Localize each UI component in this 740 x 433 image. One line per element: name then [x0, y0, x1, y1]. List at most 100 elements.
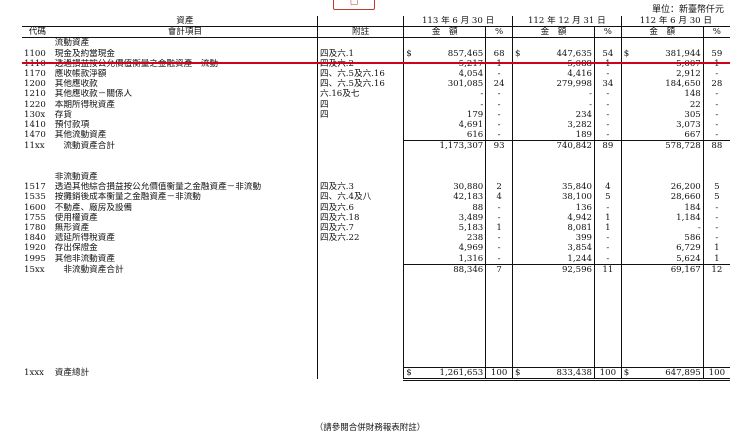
row-percent: - [702, 69, 730, 80]
row-note [316, 295, 404, 306]
row-item: 流動資產合計 [54, 141, 115, 152]
row-code [22, 326, 53, 336]
row-note [316, 264, 404, 276]
header-row-1: 資產 113 年 6 月 30 日 112 年 12 月 31 日 112 年 … [22, 16, 730, 28]
row-percent [594, 315, 622, 326]
row-amount [620, 325, 704, 337]
row-amount: 92,596 [511, 263, 595, 276]
row-note [316, 315, 404, 326]
row-percent [594, 161, 622, 173]
row-percent: - [594, 243, 622, 254]
row-percent: 68 [485, 48, 513, 59]
row-amount: 35,840 [511, 182, 595, 193]
row-amount [511, 305, 595, 316]
row-item: 其他流動資產 [54, 130, 107, 141]
row-amount [403, 172, 486, 183]
row-amount: $1,261,653 [403, 366, 486, 381]
row-note [316, 253, 404, 265]
row-amount: 22 [620, 99, 704, 110]
row-amount [403, 37, 486, 49]
period-1-header: 113 年 6 月 30 日 [403, 16, 513, 28]
row-percent [485, 172, 513, 183]
row-amount [511, 161, 595, 173]
row-percent: - [485, 202, 513, 213]
currency-symbol: $ [514, 48, 521, 59]
row-amount [403, 285, 486, 296]
row-note: 四 [316, 109, 404, 121]
row-amount: 189 [511, 130, 595, 141]
row-percent: - [485, 212, 513, 224]
percent-header: % [594, 26, 622, 39]
assets-header: 資產 [52, 16, 318, 28]
row-code: 1170 [24, 69, 46, 80]
row-percent: - [594, 253, 622, 265]
table-row [22, 285, 730, 296]
row-amount: $647,895 [620, 366, 704, 381]
row-amount: 1,173,307 [403, 140, 486, 152]
row-amount: $833,438 [511, 366, 595, 381]
row-percent: - [702, 223, 730, 234]
row-item: 存出保證金 [54, 243, 98, 254]
row-item [53, 306, 318, 316]
row-amount [620, 37, 704, 49]
row-percent [702, 336, 730, 347]
row-code [22, 357, 53, 368]
row-percent: 5 [702, 182, 730, 193]
note-header: 附註 [316, 26, 404, 39]
table-row [22, 161, 730, 173]
row-amount: 3,489 [403, 212, 486, 224]
amount-value: 857,465 [447, 48, 484, 59]
table-row: 1780 無形資產 四及六.7 5,183 1 8,081 1- - [22, 223, 730, 234]
row-amount: 3,073 [620, 120, 704, 131]
row-percent: - [485, 109, 513, 121]
row-amount [403, 336, 486, 347]
row-item: 資產總計 [54, 368, 90, 379]
row-amount: 740,842 [511, 140, 595, 152]
row-amount: 279,998 [511, 79, 595, 90]
row-item: 其他非流動資產 [54, 253, 115, 264]
row-percent: 93 [485, 140, 513, 152]
row-percent [702, 161, 730, 173]
row-percent [594, 285, 622, 296]
row-note [316, 120, 404, 131]
row-item [53, 346, 318, 356]
row-amount [511, 325, 595, 337]
row-percent: 100 [702, 366, 730, 381]
row-note [316, 161, 404, 173]
row-amount: 148 [620, 89, 704, 100]
row-amount [511, 336, 595, 347]
row-percent: - [594, 120, 622, 131]
row-note [316, 346, 404, 357]
row-amount [620, 151, 704, 162]
row-percent [485, 37, 513, 49]
row-amount: 1,244 [511, 253, 595, 265]
row-amount [620, 315, 704, 326]
row-amount [511, 285, 595, 296]
row-code: 1410 [24, 120, 46, 131]
currency-symbol: $ [623, 48, 630, 59]
percent-header: % [485, 26, 513, 39]
row-amount [403, 346, 486, 357]
row-amount: 184,650 [620, 79, 704, 90]
table-row: 1470 其他流動資產 616-189-667- [22, 130, 730, 141]
row-note [316, 285, 404, 296]
percent-header: % [702, 26, 730, 39]
row-amount: 399 [511, 233, 595, 244]
row-amount: 616 [403, 130, 486, 141]
row-percent [702, 325, 730, 337]
footer-note: （請參閱合併財務報表附註） [314, 423, 426, 433]
row-amount: 6,729 [620, 243, 704, 254]
row-amount [511, 295, 595, 306]
row-item: 本期所得稅資產 [54, 99, 115, 110]
row-amount: 69,167 [620, 263, 704, 276]
row-percent [702, 356, 730, 368]
row-percent [594, 305, 622, 316]
row-amount [620, 275, 704, 286]
row-amount: 4,942 [511, 212, 595, 224]
table-row: 1410 預付款項 4,691-3,282-3,073- [22, 120, 730, 131]
row-amount: 3,854 [511, 243, 595, 254]
row-percent: 5 [702, 192, 730, 203]
row-percent: 1 [702, 253, 730, 265]
row-percent: - [702, 202, 730, 213]
row-amount [403, 275, 486, 286]
